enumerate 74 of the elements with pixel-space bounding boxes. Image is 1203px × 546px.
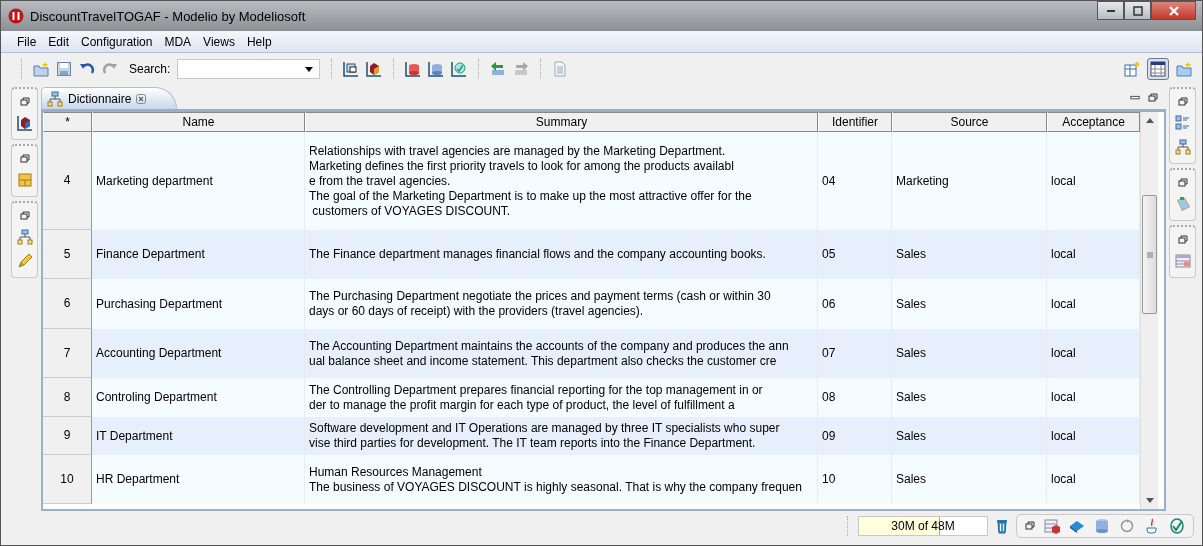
row-number: 10 (43, 455, 92, 504)
diagram-icon[interactable] (343, 61, 360, 77)
caret-icon[interactable] (305, 66, 314, 72)
column-header[interactable]: Identifier (818, 112, 892, 132)
hierarchy-icon (47, 90, 63, 107)
restore-icon[interactable] (19, 211, 30, 221)
clipboard-icon[interactable] (1174, 196, 1191, 212)
close-button[interactable] (1151, 1, 1196, 20)
menu-item[interactable]: Edit (42, 34, 76, 49)
minimize-button[interactable] (1097, 1, 1124, 20)
pencil-icon[interactable] (16, 253, 33, 269)
restore-icon[interactable] (19, 97, 30, 107)
checkmark-icon[interactable] (1169, 518, 1185, 534)
column-header[interactable]: * (43, 112, 92, 132)
table-icon (1150, 61, 1166, 77)
maximize-icon (1131, 5, 1144, 16)
scroll-down-icon[interactable] (1145, 498, 1154, 503)
restore-icon[interactable] (1025, 521, 1035, 531)
minimize-icon (1106, 9, 1115, 12)
database-icon[interactable] (1094, 518, 1110, 534)
import-icon[interactable] (490, 61, 507, 77)
search-field[interactable] (177, 59, 321, 79)
source-cell: Sales (892, 455, 1047, 504)
column-header[interactable]: Summary (305, 112, 818, 132)
database-diagram-icon[interactable] (428, 61, 445, 77)
table-icon[interactable] (1044, 518, 1060, 534)
book-icon[interactable] (1069, 518, 1085, 534)
menu-item[interactable]: Views (197, 34, 241, 49)
column-header[interactable]: Source (892, 112, 1047, 132)
maximize-button[interactable] (1124, 1, 1151, 20)
grid-folder-icon[interactable] (16, 172, 33, 188)
cube-diagram-icon[interactable] (16, 115, 33, 131)
row-number: 7 (43, 329, 92, 378)
new-folder-icon[interactable] (1176, 61, 1192, 77)
grip-icon (1146, 251, 1153, 258)
menu-item[interactable]: Configuration (75, 34, 159, 49)
outline-icon[interactable] (1174, 115, 1191, 131)
save-icon[interactable] (56, 61, 72, 77)
menu-item[interactable]: File (11, 34, 43, 49)
row-number: 5 (43, 230, 92, 279)
maximize-icon[interactable] (1148, 93, 1158, 103)
hierarchy-icon[interactable] (1174, 139, 1191, 155)
row-number: 9 (43, 417, 92, 455)
name-cell: HR Department (92, 455, 305, 504)
memory-gauge: 30M of 48M (858, 516, 988, 536)
menu-item[interactable]: Help (240, 34, 278, 49)
column-header[interactable]: Acceptance (1047, 112, 1140, 132)
restore-icon[interactable] (1177, 235, 1188, 245)
restore-icon[interactable] (1177, 97, 1188, 107)
close-icon[interactable] (136, 93, 147, 104)
window-title: DiscountTravelTOGAF - Modelio by Modeliosoft (30, 8, 306, 24)
identifier-cell: 10 (818, 455, 892, 504)
row-number: 8 (43, 378, 92, 417)
column-header[interactable]: Name (92, 112, 305, 132)
row-number: 4 (43, 132, 92, 230)
row-number: 6 (43, 279, 92, 329)
menu-item[interactable]: MDA (158, 34, 198, 49)
restore-icon[interactable] (1177, 178, 1188, 188)
chart-diagram-icon[interactable] (451, 61, 468, 77)
new-table-icon[interactable] (1124, 61, 1140, 77)
database-diagram-icon[interactable] (405, 61, 422, 77)
scrollbar-thumb[interactable] (1142, 195, 1157, 314)
search-label: Search: (129, 62, 171, 76)
table-perspective-button[interactable] (1147, 58, 1169, 80)
hierarchy-icon[interactable] (16, 229, 33, 245)
summary-cell: Human Resources Management The business of VOYAGES DISCOUNT is highly seasonal. That is why the company frequen (305, 455, 818, 504)
scroll-up-icon[interactable] (1145, 118, 1154, 123)
trash-icon[interactable] (994, 518, 1010, 534)
close-icon (1167, 5, 1180, 16)
editor-tab[interactable]: Dictionnaire (41, 87, 178, 109)
cube-diagram-icon[interactable] (366, 61, 383, 77)
app-logo-icon (8, 8, 24, 24)
restore-icon[interactable] (19, 154, 30, 164)
new-folder-icon[interactable] (33, 61, 49, 77)
